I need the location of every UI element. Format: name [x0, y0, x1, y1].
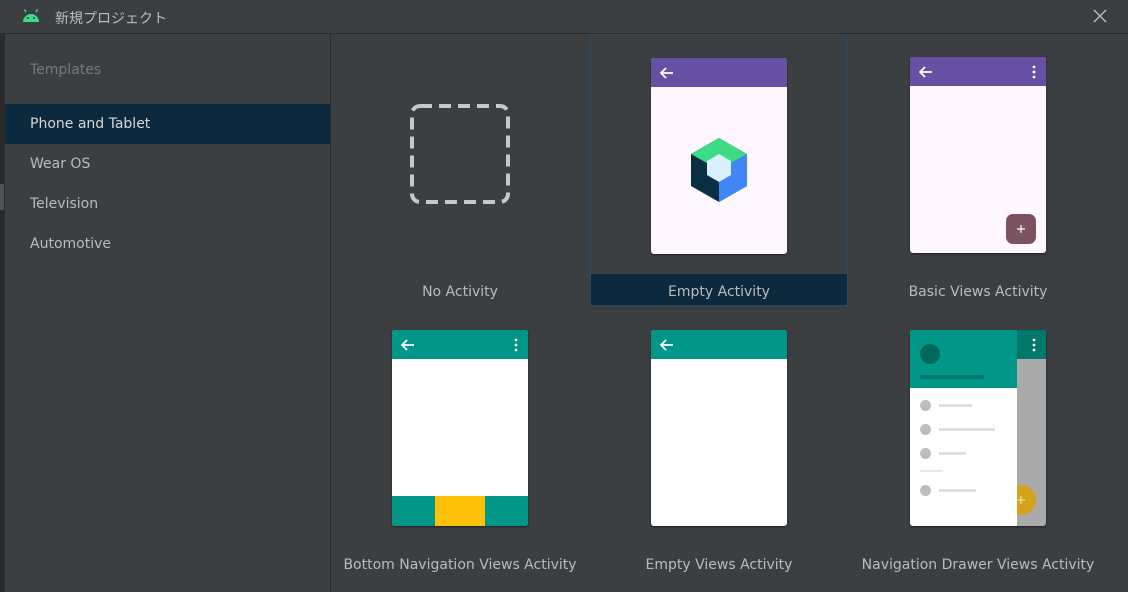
sidebar-item-television[interactable]: Television [5, 184, 330, 224]
template-label: Empty Activity [668, 284, 770, 300]
navigation-drawer [910, 330, 1017, 526]
drawer-header-line [920, 375, 984, 379]
phone-preview [651, 330, 787, 526]
back-arrow-icon [660, 67, 673, 79]
divider [920, 470, 943, 472]
app-bar [651, 58, 787, 87]
template-label: Navigation Drawer Views Activity [861, 557, 1095, 573]
back-arrow-icon [660, 339, 673, 351]
sidebar-item-phone-and-tablet[interactable]: Phone and Tablet [5, 104, 330, 144]
template-category-sidebar: Templates Phone and Tablet Wear OS Telev… [5, 34, 331, 592]
template-label: Empty Views Activity [645, 557, 793, 573]
phone-preview [910, 57, 1046, 253]
phone-preview [910, 330, 1046, 526]
back-arrow-icon [401, 339, 414, 351]
sidebar-item-label: Phone and Tablet [30, 116, 151, 132]
list-item [939, 428, 995, 431]
overflow-menu-icon [514, 338, 518, 352]
title-bar: 新規プロジェクト [0, 0, 1128, 34]
template-card-empty-views-activity[interactable]: Empty Views Activity [590, 307, 848, 579]
jetpack-compose-icon [691, 138, 747, 202]
list-item [939, 404, 972, 407]
android-icon [23, 9, 39, 22]
app-bar [392, 330, 528, 359]
list-item-icon [920, 424, 931, 435]
phone-preview [651, 58, 787, 254]
phone-preview [392, 330, 528, 526]
drawer-header [910, 330, 1017, 388]
sidebar-item-automotive[interactable]: Automotive [5, 224, 330, 264]
template-card-no-activity[interactable]: No Activity [331, 34, 589, 306]
list-item-icon [920, 400, 931, 411]
bottom-nav-selected-item [435, 496, 485, 526]
list-item-icon [920, 485, 931, 496]
back-arrow-icon [919, 66, 932, 78]
sidebar-item-wear-os[interactable]: Wear OS [5, 144, 330, 184]
overflow-menu-icon [1032, 338, 1036, 352]
list-item [939, 489, 976, 492]
template-gallery: No Activity Empty Activity Basic Views A… [331, 34, 1115, 592]
scrollbar[interactable] [1115, 34, 1128, 592]
sidebar-item-label: Wear OS [30, 156, 91, 172]
sidebar-item-label: Television [30, 196, 99, 212]
template-label: Basic Views Activity [908, 284, 1048, 300]
bottom-nav-bar [392, 496, 528, 526]
template-label: No Activity [422, 284, 498, 300]
list-item-icon [920, 448, 931, 459]
app-bar [910, 57, 1046, 86]
edge-tab [0, 184, 4, 210]
sidebar-header: Templates [30, 62, 102, 78]
template-card-navigation-drawer-views-activity[interactable]: Navigation Drawer Views Activity [849, 307, 1107, 579]
template-card-empty-activity[interactable]: Empty Activity [590, 34, 848, 306]
overflow-menu-icon [1032, 65, 1036, 79]
dashed-placeholder-icon [410, 104, 510, 204]
fab-add-icon [1006, 214, 1036, 244]
template-card-basic-views-activity[interactable]: Basic Views Activity [849, 34, 1107, 306]
list-item [939, 452, 966, 455]
avatar [920, 344, 940, 364]
close-icon[interactable] [1092, 8, 1108, 24]
app-bar [651, 330, 787, 359]
template-card-bottom-navigation-views-activity[interactable]: Bottom Navigation Views Activity [331, 307, 589, 579]
window-title: 新規プロジェクト [55, 11, 167, 27]
template-label: Bottom Navigation Views Activity [343, 557, 577, 573]
sidebar-item-label: Automotive [30, 236, 111, 252]
